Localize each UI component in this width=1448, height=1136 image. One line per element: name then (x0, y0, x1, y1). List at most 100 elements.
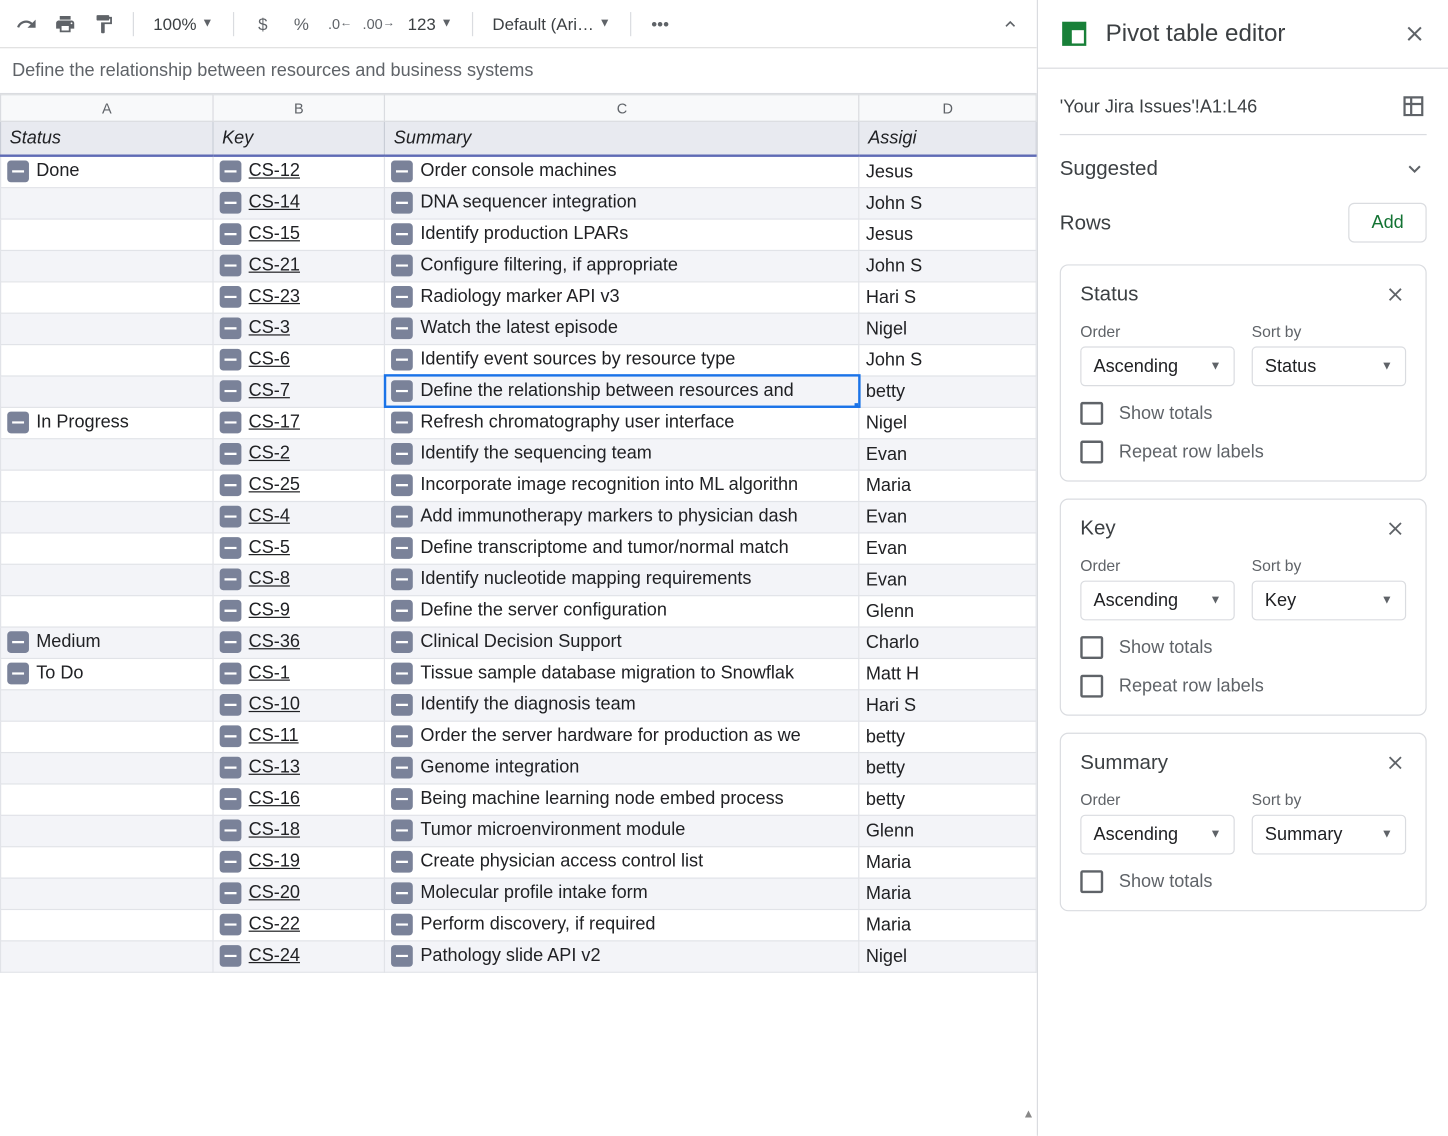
assignee-cell[interactable]: Maria (859, 909, 1036, 940)
assignee-cell[interactable]: Nigel (859, 407, 1036, 438)
status-cell[interactable] (1, 313, 213, 344)
collapse-icon[interactable] (220, 914, 242, 936)
assignee-cell[interactable]: Evan (859, 501, 1036, 532)
key-cell[interactable]: CS-36 (213, 626, 385, 657)
key-link[interactable]: CS-23 (249, 286, 300, 307)
status-cell[interactable] (1, 595, 213, 626)
assignee-cell[interactable]: Evan (859, 564, 1036, 595)
collapse-icon[interactable] (220, 757, 242, 779)
collapse-icon[interactable] (391, 412, 413, 434)
key-cell[interactable]: CS-13 (213, 752, 385, 783)
summary-cell[interactable]: Configure filtering, if appropriate (385, 250, 859, 281)
key-link[interactable]: CS-11 (249, 725, 299, 746)
collapse-toolbar-button[interactable] (993, 7, 1027, 41)
assignee-cell[interactable]: Nigel (859, 940, 1036, 971)
key-cell[interactable]: CS-19 (213, 846, 385, 877)
summary-cell[interactable]: Order the server hardware for production… (385, 721, 859, 752)
suggested-expand-button[interactable] (1403, 157, 1427, 181)
select-range-button[interactable] (1400, 93, 1427, 120)
assignee-cell[interactable]: Evan (859, 438, 1036, 469)
summary-cell[interactable]: Refresh chromatography user interface (385, 407, 859, 438)
assignee-cell[interactable]: Hari S (859, 689, 1036, 720)
number-format-dropdown[interactable]: 123▼ (400, 14, 459, 33)
pivot-header-assignee[interactable]: Assigi (859, 121, 1036, 155)
collapse-icon[interactable] (220, 851, 242, 873)
column-header-b[interactable]: B (213, 95, 385, 122)
key-link[interactable]: CS-19 (249, 851, 300, 872)
status-cell[interactable] (1, 564, 213, 595)
key-link[interactable]: CS-4 (249, 506, 290, 527)
collapse-icon[interactable] (391, 882, 413, 904)
collapse-icon[interactable] (391, 223, 413, 245)
assignee-cell[interactable]: Hari S (859, 281, 1036, 312)
summary-cell[interactable]: Identify event sources by resource type (385, 344, 859, 375)
key-link[interactable]: CS-15 (249, 223, 300, 244)
collapse-icon[interactable] (391, 914, 413, 936)
order-select[interactable]: Ascending▼ (1080, 346, 1234, 386)
collapse-icon[interactable] (391, 443, 413, 465)
key-cell[interactable]: CS-9 (213, 595, 385, 626)
collapse-icon[interactable] (7, 631, 29, 653)
assignee-cell[interactable]: Matt H (859, 658, 1036, 689)
collapse-icon[interactable] (220, 506, 242, 528)
collapse-icon[interactable] (391, 506, 413, 528)
collapse-icon[interactable] (220, 223, 242, 245)
collapse-icon[interactable] (220, 349, 242, 371)
collapse-icon[interactable] (220, 820, 242, 842)
order-select[interactable]: Ascending▼ (1080, 815, 1234, 855)
key-link[interactable]: CS-25 (249, 474, 300, 495)
status-cell[interactable] (1, 532, 213, 563)
summary-cell[interactable]: Identify the sequencing team (385, 438, 859, 469)
collapse-icon[interactable] (391, 349, 413, 371)
key-link[interactable]: CS-18 (249, 820, 300, 841)
collapse-icon[interactable] (220, 443, 242, 465)
summary-cell[interactable]: Identify nucleotide mapping requirements (385, 564, 859, 595)
key-link[interactable]: CS-2 (249, 443, 290, 464)
collapse-icon[interactable] (391, 631, 413, 653)
key-cell[interactable]: CS-14 (213, 187, 385, 218)
key-cell[interactable]: CS-20 (213, 877, 385, 908)
collapse-icon[interactable] (220, 286, 242, 308)
key-cell[interactable]: CS-5 (213, 532, 385, 563)
pivot-header-status[interactable]: Status (1, 121, 213, 155)
remove-chip-button[interactable] (1384, 284, 1406, 306)
status-cell[interactable] (1, 438, 213, 469)
collapse-icon[interactable] (7, 663, 29, 685)
key-link[interactable]: CS-3 (249, 317, 290, 338)
collapse-icon[interactable] (391, 161, 413, 183)
add-row-field-button[interactable]: Add (1349, 203, 1427, 243)
key-link[interactable]: CS-5 (249, 537, 290, 558)
show-totals-checkbox[interactable] (1080, 636, 1103, 659)
key-cell[interactable]: CS-12 (213, 156, 385, 187)
key-cell[interactable]: CS-1 (213, 658, 385, 689)
key-link[interactable]: CS-17 (249, 412, 300, 433)
collapse-icon[interactable] (391, 537, 413, 559)
assignee-cell[interactable]: John S (859, 344, 1036, 375)
key-link[interactable]: CS-1 (249, 663, 290, 684)
spreadsheet-grid[interactable]: A B C D Status Key Summary Assigi DoneCS… (0, 94, 1037, 1136)
collapse-icon[interactable] (391, 725, 413, 747)
status-cell[interactable] (1, 281, 213, 312)
pivot-header-key[interactable]: Key (213, 121, 385, 155)
status-cell[interactable] (1, 187, 213, 218)
assignee-cell[interactable]: betty (859, 752, 1036, 783)
assignee-cell[interactable]: Maria (859, 470, 1036, 501)
assignee-cell[interactable]: John S (859, 250, 1036, 281)
collapse-icon[interactable] (220, 788, 242, 810)
collapse-icon[interactable] (220, 600, 242, 622)
summary-cell[interactable]: Tissue sample database migration to Snow… (385, 658, 859, 689)
format-percent-button[interactable]: % (285, 7, 319, 41)
assignee-cell[interactable]: Nigel (859, 313, 1036, 344)
assignee-cell[interactable]: Jesus (859, 156, 1036, 187)
status-cell[interactable]: To Do (1, 658, 213, 689)
status-cell[interactable] (1, 846, 213, 877)
assignee-cell[interactable]: Evan (859, 532, 1036, 563)
summary-cell[interactable]: Order console machines (385, 156, 859, 187)
collapse-icon[interactable] (220, 380, 242, 402)
collapse-icon[interactable] (391, 694, 413, 716)
assignee-cell[interactable]: Maria (859, 877, 1036, 908)
column-header-d[interactable]: D (859, 95, 1036, 122)
scroll-up-arrow[interactable]: ▲ (1022, 1108, 1034, 1121)
key-cell[interactable]: CS-18 (213, 815, 385, 846)
collapse-icon[interactable] (391, 474, 413, 496)
